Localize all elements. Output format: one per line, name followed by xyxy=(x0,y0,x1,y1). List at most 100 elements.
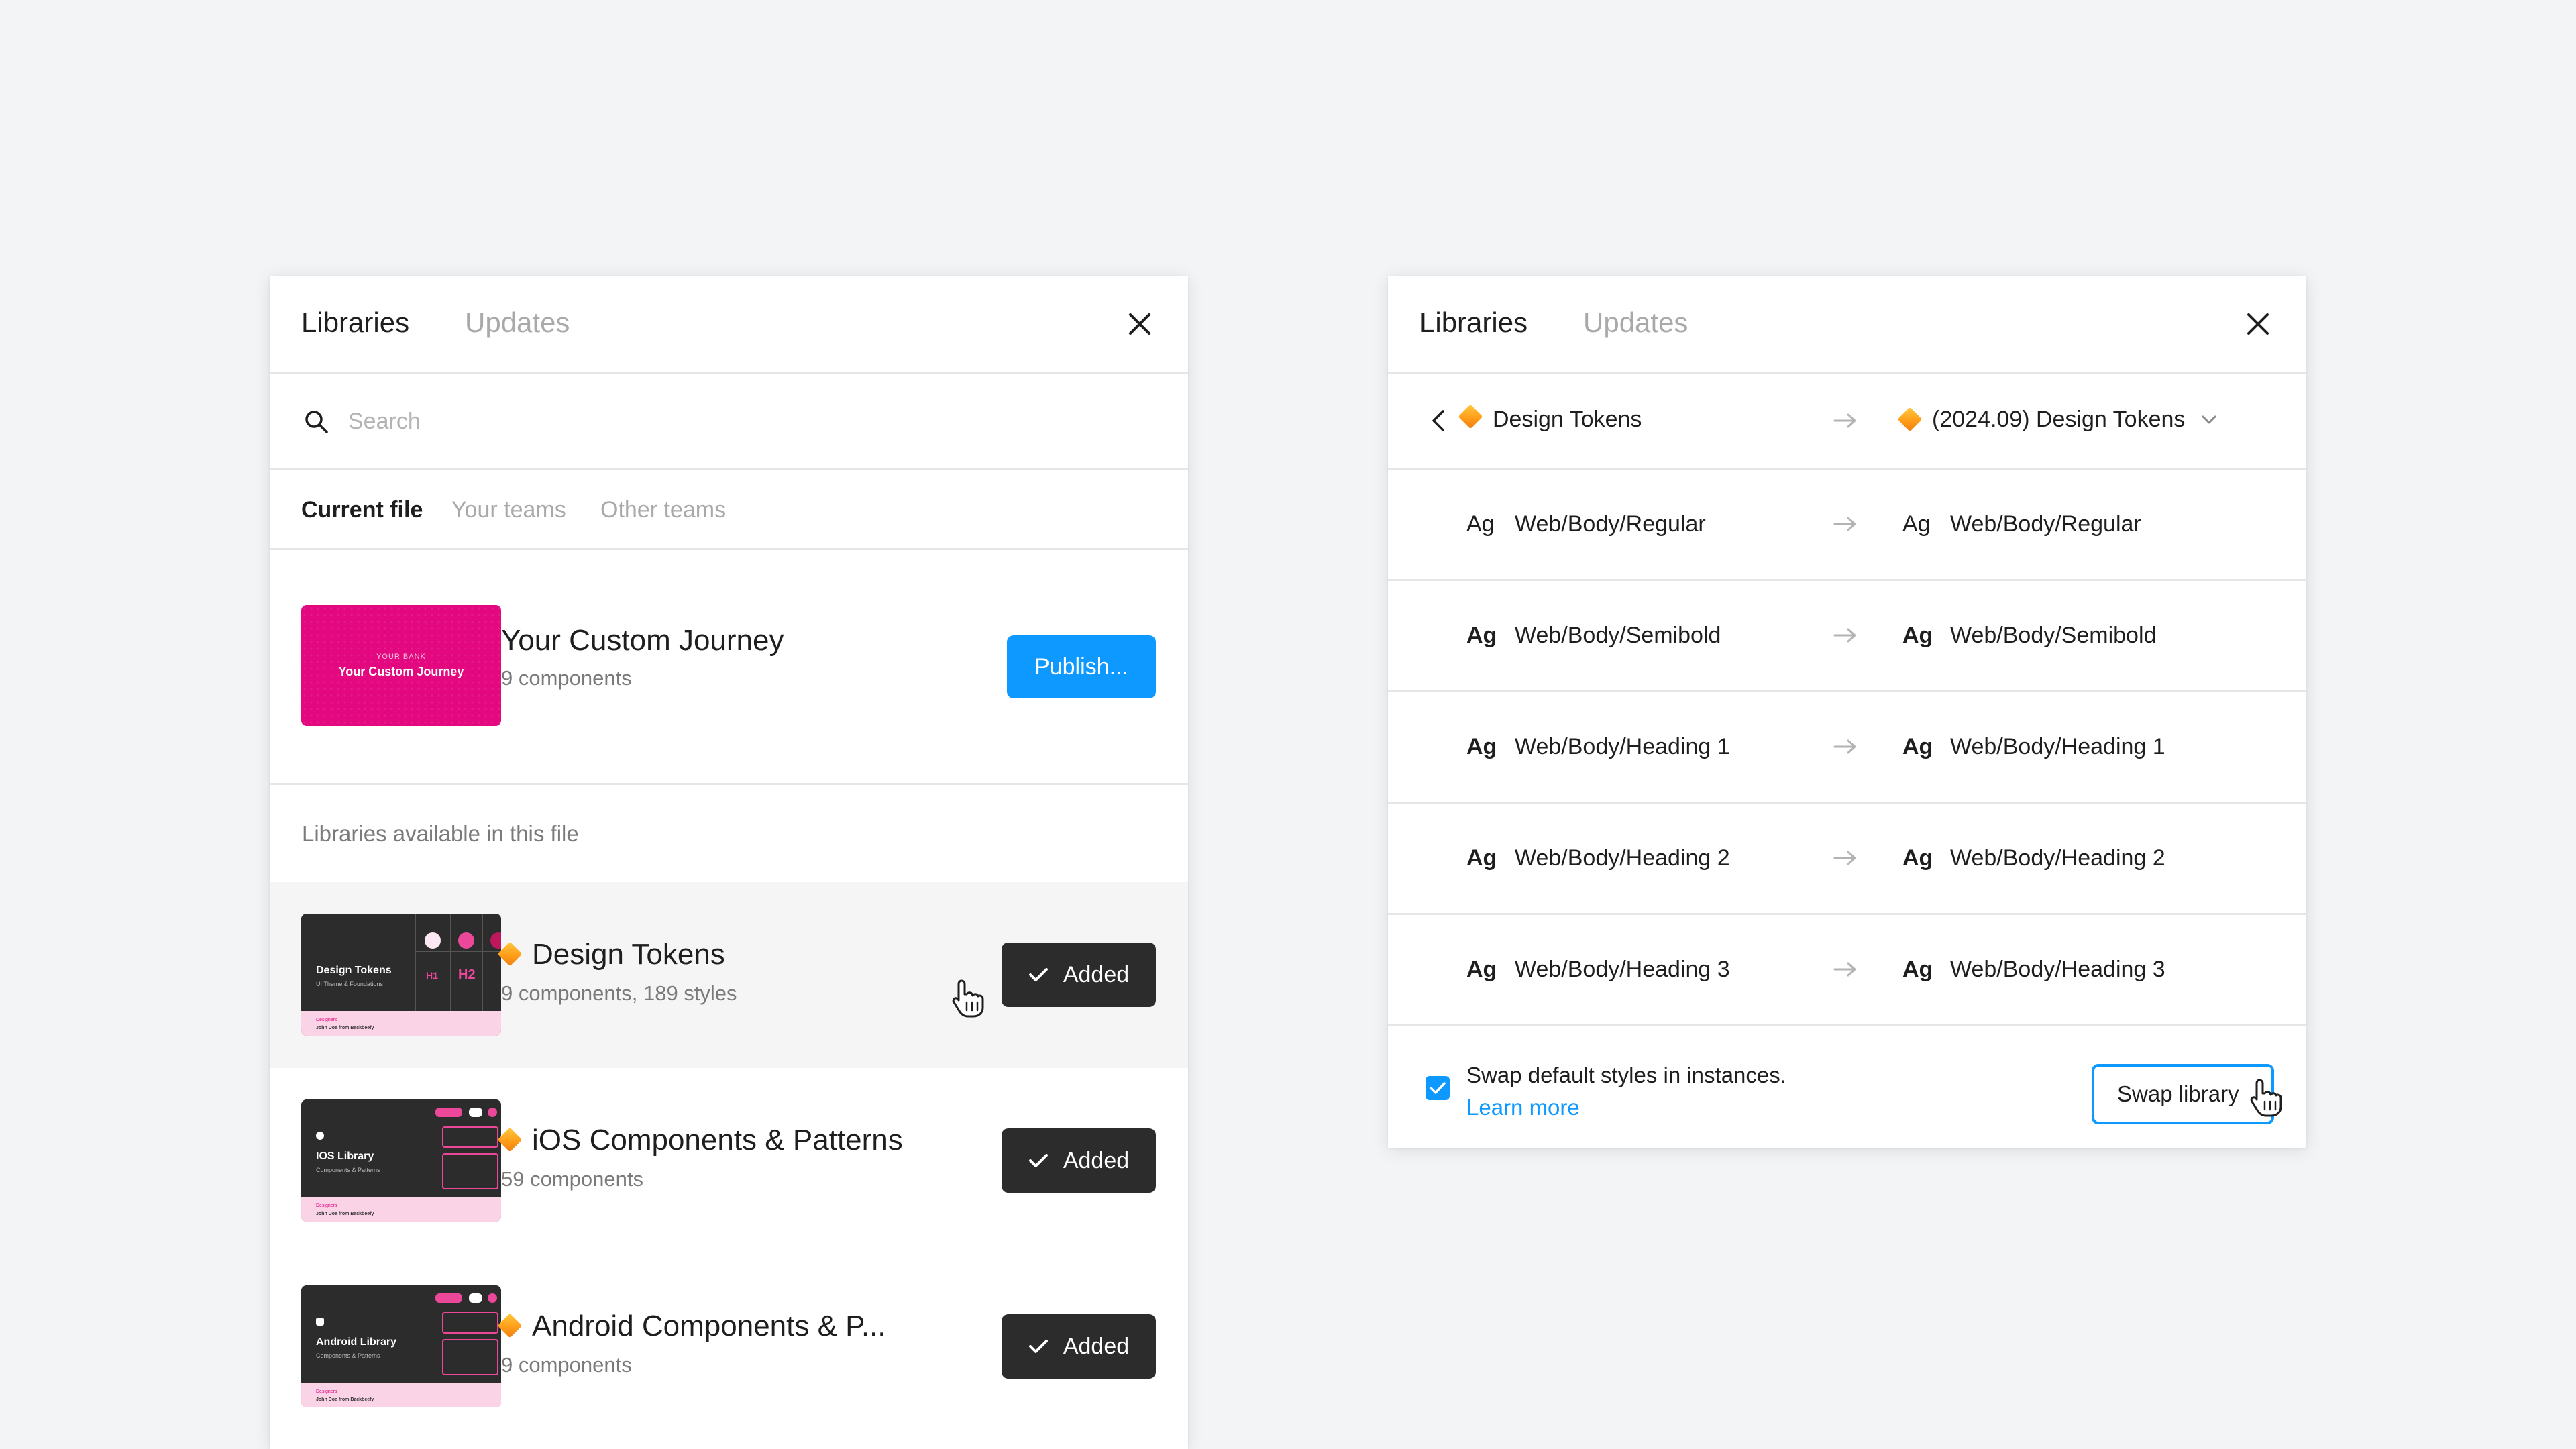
style-mapping-row: Ag Web/Body/Heading 1 Ag Web/Body/Headin… xyxy=(1388,692,2306,804)
swap-library-panel: Libraries Updates Design Tokens (2024.09… xyxy=(1388,276,2306,1148)
check-icon xyxy=(1028,968,1048,981)
arrow-right-icon xyxy=(1833,851,1856,865)
library-title: Design Tokens xyxy=(497,937,725,972)
filter-tab-your-teams[interactable]: Your teams xyxy=(451,496,566,523)
arrow-right-icon xyxy=(1833,413,1856,428)
library-title-text: Android Components & P... xyxy=(532,1309,886,1342)
library-row-ios[interactable]: IOS Library Components & Patterns Design… xyxy=(270,1068,1188,1254)
added-button-label: Added xyxy=(1063,1147,1130,1173)
thumbnail-title: IOS Library xyxy=(316,1150,374,1162)
library-thumbnail: Android Library Components & Patterns De… xyxy=(301,1285,501,1407)
arrow-right-icon xyxy=(1833,628,1856,643)
thumbnail-footer-label: Designers xyxy=(316,1018,337,1022)
style-mapping-row: Ag Web/Body/Semibold Ag Web/Body/Semibol… xyxy=(1388,581,2306,692)
style-preview-icon: Ag xyxy=(1466,511,1495,537)
check-icon xyxy=(1028,1154,1048,1167)
search-input[interactable] xyxy=(347,400,1020,442)
close-icon xyxy=(2247,313,2269,335)
thumbnail-brand: YOUR BANK xyxy=(376,652,426,661)
added-button-label: Added xyxy=(1063,1333,1130,1359)
check-icon xyxy=(1430,1082,1446,1094)
search-bar xyxy=(270,374,1188,470)
swap-default-checkbox[interactable] xyxy=(1426,1076,1450,1100)
source-library-text: Design Tokens xyxy=(1493,407,1642,432)
library-subtitle: 9 components xyxy=(501,1353,632,1377)
thumbnail-footer-author: John Doe from Backbeefy xyxy=(316,1212,374,1216)
thumbnail-title: Your Custom Journey xyxy=(338,664,464,678)
swap-default-label: Swap default styles in instances. xyxy=(1466,1063,1786,1087)
library-row-design-tokens[interactable]: H1 H2 Design Tokens UI Theme & Foundatio… xyxy=(270,882,1188,1068)
target-library-text: (2024.09) Design Tokens xyxy=(1932,406,2186,432)
filter-tab-other-teams[interactable]: Other teams xyxy=(600,496,726,523)
added-button[interactable]: Added xyxy=(1002,1128,1156,1193)
filter-tabs: Current file Your teams Other teams xyxy=(270,470,1188,550)
close-button[interactable] xyxy=(2242,308,2274,340)
swap-library-header: Design Tokens (2024.09) Design Tokens xyxy=(1388,374,2306,470)
current-library-row: YOUR BANK Your Custom Journey Your Custo… xyxy=(270,550,1188,785)
tab-updates[interactable]: Updates xyxy=(465,306,570,339)
thumbnail-h1: H1 xyxy=(426,970,438,981)
panel-header: Libraries Updates xyxy=(1388,276,2306,374)
panel-header: Libraries Updates xyxy=(270,276,1188,374)
library-thumbnail: IOS Library Components & Patterns Design… xyxy=(301,1099,501,1222)
library-title: Android Components & P... xyxy=(497,1309,886,1344)
section-label: Libraries available in this file xyxy=(270,785,1188,882)
library-title-text: Design Tokens xyxy=(532,938,725,971)
library-subtitle: 9 components, 189 styles xyxy=(501,981,737,1005)
thumbnail-title: Android Library xyxy=(316,1336,397,1348)
library-title-text: iOS Components & Patterns xyxy=(532,1124,903,1157)
thumbnail-subtitle: Components & Patterns xyxy=(316,1352,380,1359)
hand-cursor-icon xyxy=(2250,1079,2282,1117)
target-style-name: Web/Body/Heading 3 xyxy=(1950,957,2165,982)
thumbnail-footer-label: Designers xyxy=(316,1389,337,1394)
arrow-right-icon xyxy=(1833,962,1856,977)
arrow-right-icon xyxy=(1833,739,1856,754)
library-thumbnail: YOUR BANK Your Custom Journey xyxy=(301,605,501,726)
style-preview-icon: Ag xyxy=(1466,734,1497,759)
swap-footer: Swap default styles in instances. Learn … xyxy=(1388,1026,2306,1147)
style-preview-icon: Ag xyxy=(1466,845,1497,871)
thumbnail-h2: H2 xyxy=(458,967,476,982)
close-icon xyxy=(1129,313,1150,335)
publish-button[interactable]: Publish... xyxy=(1007,635,1156,698)
added-button-label: Added xyxy=(1063,961,1130,987)
hand-cursor-icon xyxy=(952,979,984,1018)
added-button[interactable]: Added xyxy=(1002,1314,1156,1379)
thumbnail-footer-author: John Doe from Backbeefy xyxy=(316,1397,374,1402)
source-style-name: Web/Body/Semibold xyxy=(1515,623,1721,648)
swap-library-button[interactable]: Swap library xyxy=(2092,1064,2274,1124)
tab-libraries[interactable]: Libraries xyxy=(1419,306,1527,339)
learn-more-link[interactable]: Learn more xyxy=(1466,1094,1580,1121)
tab-updates[interactable]: Updates xyxy=(1583,306,1688,339)
back-arrow-icon[interactable] xyxy=(1427,407,1451,434)
style-preview-icon: Ag xyxy=(1902,511,1931,537)
style-preview-icon: Ag xyxy=(1902,623,1933,648)
section-label-text: Libraries available in this file xyxy=(302,821,579,846)
filter-tab-current-file[interactable]: Current file xyxy=(301,496,423,523)
target-library-select[interactable]: (2024.09) Design Tokens xyxy=(1897,398,2225,441)
style-preview-icon: Ag xyxy=(1902,957,1933,982)
target-style-name: Web/Body/Regular xyxy=(1950,511,2141,537)
android-icon xyxy=(316,1318,324,1326)
tab-libraries[interactable]: Libraries xyxy=(301,306,409,339)
library-subtitle: 9 components xyxy=(501,666,632,690)
source-style-name: Web/Body/Regular xyxy=(1515,511,1706,537)
added-button[interactable]: Added xyxy=(1002,943,1156,1007)
style-mapping-row: Ag Web/Body/Heading 2 Ag Web/Body/Headin… xyxy=(1388,804,2306,915)
source-style-name: Web/Body/Heading 1 xyxy=(1515,734,1730,759)
search-icon xyxy=(305,411,328,433)
close-button[interactable] xyxy=(1124,308,1156,340)
thumbnail-footer-label: Designers xyxy=(316,1203,337,1208)
chevron-down-icon xyxy=(2202,415,2216,424)
thumbnail-subtitle: UI Theme & Foundations xyxy=(316,981,383,987)
target-style-name: Web/Body/Heading 2 xyxy=(1950,845,2165,871)
library-title: Your Custom Journey xyxy=(501,624,784,657)
style-preview-icon: Ag xyxy=(1902,734,1933,759)
library-row-android[interactable]: Android Library Components & Patterns De… xyxy=(270,1254,1188,1440)
thumbnail-title: Design Tokens xyxy=(316,965,392,976)
library-diamond-icon xyxy=(497,1127,523,1152)
library-diamond-icon xyxy=(1458,404,1483,429)
style-mapping-row: Ag Web/Body/Regular Ag Web/Body/Regular xyxy=(1388,470,2306,581)
library-diamond-icon xyxy=(497,1313,523,1338)
style-mapping-row: Ag Web/Body/Heading 3 Ag Web/Body/Headin… xyxy=(1388,915,2306,1026)
